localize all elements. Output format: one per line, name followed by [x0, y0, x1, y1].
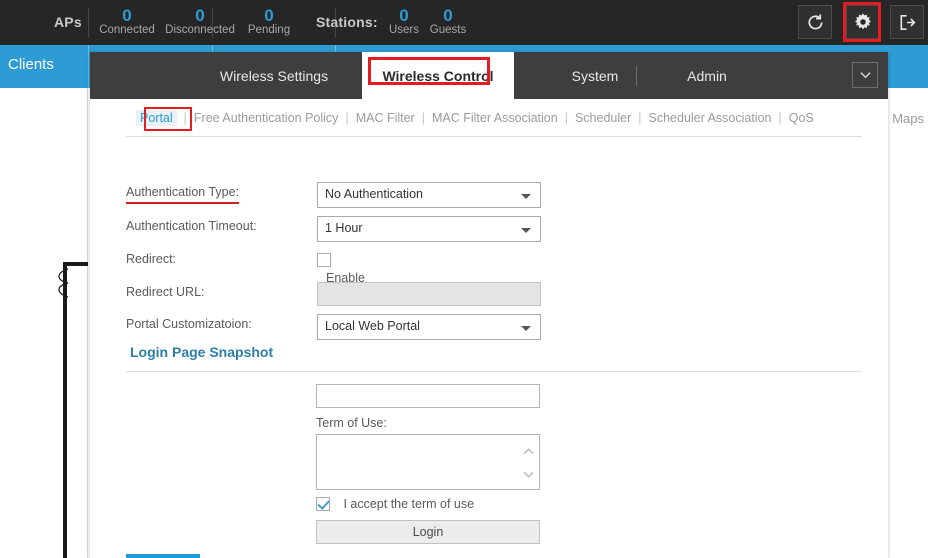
form-top-divider — [126, 136, 862, 137]
chevron-down-icon — [521, 228, 531, 233]
aps-disconnected-label: Disconnected — [165, 24, 235, 36]
stations-users-label: Users — [388, 24, 420, 36]
aps-label: APs — [54, 14, 82, 30]
nav-expand-button[interactable] — [852, 62, 878, 88]
logout-button[interactable] — [890, 5, 924, 39]
nav-separator — [636, 66, 637, 86]
subnav-item-scheduler[interactable]: Scheduler — [575, 111, 631, 125]
redirect-enable-checkbox[interactable] — [317, 252, 331, 267]
aps-pending-count: 0 — [264, 6, 274, 25]
refresh-icon — [807, 13, 823, 29]
accept-term-checkbox[interactable] — [316, 496, 330, 511]
header-divider — [88, 8, 89, 38]
refresh-button[interactable] — [798, 5, 832, 39]
stations-guests-label: Guests — [429, 24, 467, 36]
portal-form: Authentication Type: No Authentication A… — [90, 136, 888, 558]
apply-button[interactable]: Apply — [126, 554, 200, 558]
aps-pending-label: Pending — [247, 24, 291, 36]
stations-users-count: 0 — [399, 6, 409, 25]
subnav-separator: | — [183, 110, 187, 125]
authentication-timeout-label: Authentication Timeout: — [126, 219, 257, 233]
authentication-type-label: Authentication Type: — [126, 185, 240, 199]
portal-customization-control: Local Web Portal — [317, 314, 541, 340]
portal-customization-label: Portal Customizatoion: — [126, 317, 252, 331]
stations-label: Stations: — [316, 14, 378, 30]
sub-nav-bar: Portal | Free Authentication Policy | MA… — [90, 99, 888, 136]
chevron-up-icon[interactable] — [522, 447, 535, 456]
subnav-separator: | — [421, 110, 425, 125]
chevron-down-icon — [859, 72, 871, 79]
subnav-separator: | — [778, 110, 782, 125]
subnav-item-mac-filter[interactable]: MAC Filter — [356, 111, 415, 125]
tab-wireless-control-label: Wireless Control — [382, 67, 494, 84]
subnav-item-portal[interactable]: Portal — [136, 109, 177, 126]
tab-admin[interactable]: Admin — [652, 52, 762, 99]
login-page-snapshot-title: Login Page Snapshot — [130, 344, 274, 360]
chevron-down-icon — [521, 194, 531, 199]
authentication-type-label-highlight — [126, 202, 239, 204]
map-vertical-guide — [87, 88, 88, 558]
snapshot-divider — [126, 371, 862, 372]
subnav-item-free-authentication-policy[interactable]: Free Authentication Policy — [194, 111, 339, 125]
authentication-timeout-select[interactable]: 1 Hour — [317, 216, 541, 242]
redirect-url-label: Redirect URL: — [126, 285, 205, 299]
authentication-timeout-value: 1 Hour — [325, 221, 363, 235]
bluebar-divider — [88, 45, 89, 88]
authentication-type-value: No Authentication — [325, 187, 423, 201]
redirect-url-input[interactable] — [317, 282, 541, 306]
term-of-use-textarea[interactable] — [316, 434, 540, 490]
aps-connected-count: 0 — [122, 6, 132, 25]
map-wall-vertical — [63, 262, 67, 558]
stations-guests-count: 0 — [443, 6, 453, 25]
chevron-down-icon — [521, 326, 531, 331]
subnav-separator: | — [564, 110, 568, 125]
redirect-label: Redirect: — [126, 252, 177, 266]
aps-disconnected-count: 0 — [195, 6, 205, 25]
subnav-item-mac-filter-association[interactable]: MAC Filter Association — [432, 111, 558, 125]
tab-admin-label: Admin — [687, 67, 727, 84]
portal-customization-value: Local Web Portal — [325, 319, 420, 333]
subnav-separator: | — [638, 110, 642, 125]
gear-icon — [855, 13, 871, 30]
tab-system-label: System — [571, 67, 619, 84]
clients-tab[interactable]: Clients — [8, 56, 54, 73]
tab-wireless-settings-label: Wireless Settings — [219, 67, 329, 84]
login-button[interactable]: Login — [316, 520, 540, 544]
redirect-url-control — [317, 282, 541, 306]
subnav-item-scheduler-association[interactable]: Scheduler Association — [649, 111, 772, 125]
aps-connected-label: Connected — [99, 24, 155, 36]
settings-button[interactable] — [846, 5, 880, 39]
panel-nav-bar: Wireless Settings Wireless Control Syste… — [90, 52, 888, 99]
logout-icon — [900, 14, 915, 30]
top-header-bar: APs 0 Connected 0 Disconnected 0 Pending… — [0, 0, 928, 45]
authentication-type-control: No Authentication — [317, 182, 541, 208]
app-root: Maps APs 0 Connected 0 Disconnected 0 Pe… — [0, 0, 928, 558]
subnav-item-qos[interactable]: QoS — [789, 111, 814, 125]
chevron-down-icon[interactable] — [522, 470, 535, 479]
maps-label: Maps — [892, 111, 924, 126]
map-door-symbol — [58, 268, 69, 298]
accept-term-label: I accept the term of use — [343, 496, 475, 511]
term-of-use-label: Term of Use: — [316, 416, 387, 430]
subnav-separator: | — [345, 110, 349, 125]
tab-wireless-settings[interactable]: Wireless Settings — [194, 52, 354, 99]
term-of-use-scrollbar[interactable] — [519, 440, 537, 486]
snapshot-text-input[interactable] — [316, 384, 540, 408]
portal-customization-select[interactable]: Local Web Portal — [317, 314, 541, 340]
authentication-type-select[interactable]: No Authentication — [317, 182, 541, 208]
tab-system[interactable]: System — [540, 52, 650, 99]
tab-wireless-control[interactable]: Wireless Control — [362, 52, 514, 99]
wireless-control-panel: Wireless Settings Wireless Control Syste… — [90, 52, 888, 558]
accept-term-row: I accept the term of use — [316, 495, 474, 513]
authentication-timeout-control: 1 Hour — [317, 216, 541, 242]
